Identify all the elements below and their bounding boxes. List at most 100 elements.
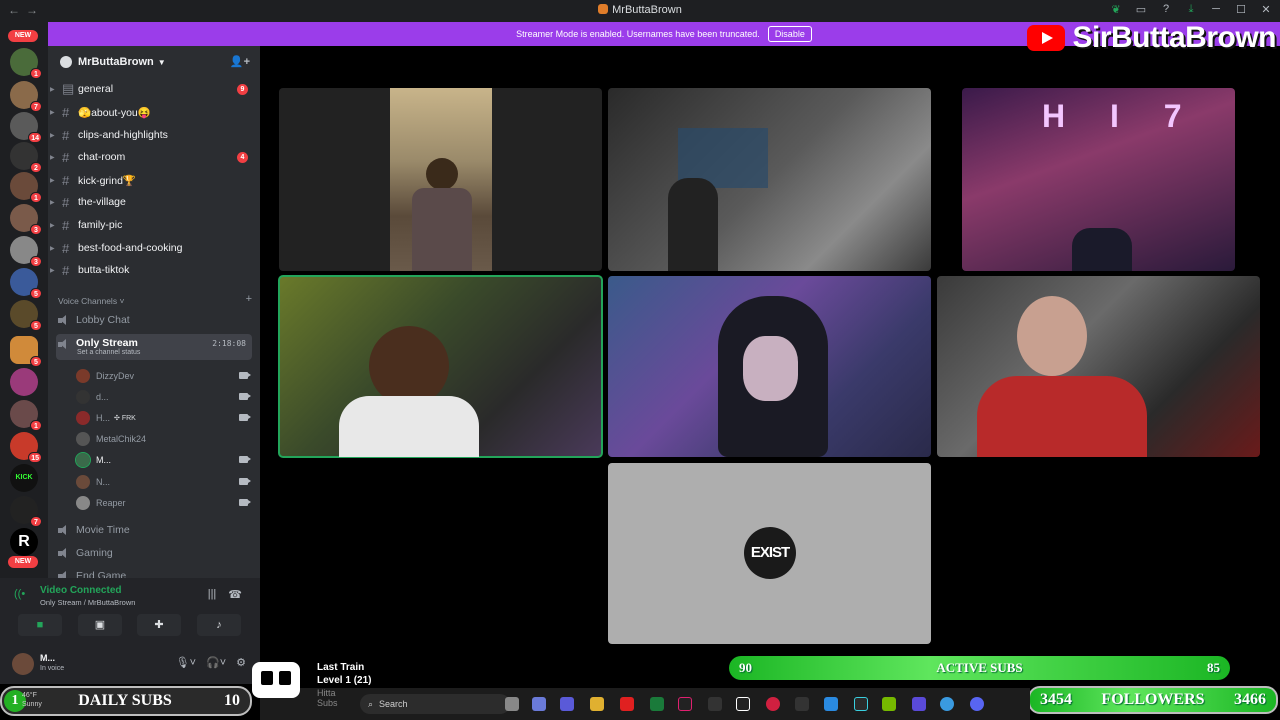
help-icon[interactable]: ? [1160, 3, 1172, 16]
server-icon[interactable] [10, 368, 38, 396]
app-icon[interactable] [736, 697, 750, 711]
app-icon[interactable] [708, 697, 722, 711]
video-tile-audio-only[interactable]: EXIST [608, 463, 931, 644]
voice-user[interactable]: DizzyDev [76, 366, 252, 386]
chevron-down-icon: ▼ [157, 57, 166, 67]
voice-channel-only-stream[interactable]: Only Stream 2:18:08 Set a channel status [56, 334, 252, 360]
taskview-icon[interactable] [505, 697, 519, 711]
app-icon[interactable] [912, 697, 926, 711]
screen-share-button[interactable]: ▣ [78, 614, 122, 636]
channel-clips[interactable]: ▶ # clips-and-highlights [50, 125, 252, 145]
tiktok-icon[interactable] [678, 697, 692, 711]
signal-icon[interactable]: ((• [14, 588, 25, 600]
folder-icon[interactable] [590, 697, 604, 711]
youtube-icon[interactable] [620, 697, 634, 711]
user-avatar[interactable] [12, 653, 34, 675]
nvidia-icon[interactable] [882, 697, 896, 711]
voice-channels-header[interactable]: Voice Channels ˅ + [58, 293, 252, 306]
voice-user[interactable]: d... [76, 387, 252, 407]
download-icon[interactable]: ⤓ [1185, 3, 1197, 16]
channel-chat-room[interactable]: ▶ # chat-room 4 [50, 147, 252, 167]
channel-about-you[interactable]: ▶ # 🫣about-you😝 [50, 102, 252, 122]
server-icon[interactable]: 1 [10, 172, 42, 203]
speaker-icon [58, 548, 68, 558]
excel-icon[interactable] [650, 697, 664, 711]
neon-sign: H I 7 [1042, 98, 1200, 134]
noise-suppression-icon[interactable]: ||| [208, 588, 217, 601]
server-icon[interactable]: 5 [10, 336, 42, 367]
invite-icon[interactable]: 👤+ [230, 55, 250, 68]
inbox-icon[interactable]: ▭ [1135, 3, 1147, 16]
server-icon[interactable]: 7 [10, 81, 42, 112]
r-server-icon[interactable]: R [10, 528, 38, 556]
kick-server-icon[interactable]: KICK [10, 464, 38, 492]
video-tile[interactable] [608, 88, 931, 271]
capcut-icon[interactable] [795, 697, 809, 711]
app-icon[interactable] [824, 697, 838, 711]
voice-user[interactable]: M... [75, 450, 252, 470]
disconnect-icon[interactable]: ☎ [228, 588, 242, 601]
server-icon[interactable]: 1 [10, 400, 42, 431]
opera-icon[interactable] [766, 697, 780, 711]
server-icon[interactable]: 15 [10, 432, 42, 463]
voice-channel-movie-time[interactable]: Movie Time [56, 520, 252, 540]
copilot-icon[interactable] [532, 697, 546, 711]
voice-channel-lobby[interactable]: Lobby Chat [56, 310, 252, 330]
edge-icon[interactable] [940, 697, 954, 711]
voice-user[interactable]: MetalChik24 [76, 429, 252, 449]
new-badge: NEW [8, 556, 38, 568]
voice-channel-gaming[interactable]: Gaming [56, 543, 252, 563]
voice-user[interactable]: Reaper [76, 493, 252, 513]
avatar [76, 369, 90, 383]
discord-icon[interactable] [970, 697, 984, 711]
server-icon[interactable]: 5 [10, 268, 42, 299]
video-tile[interactable]: H I 7 [962, 88, 1235, 271]
headphones-icon[interactable]: 🎧˅ [206, 656, 226, 669]
video-tile-speaking[interactable] [278, 275, 603, 458]
close-button[interactable]: ✕ [1260, 3, 1272, 16]
server-icon[interactable]: 3 [10, 204, 42, 235]
soundboard-button[interactable]: ♪ [197, 614, 241, 636]
server-header[interactable]: MrButtaBrown ▼ 👤+ [48, 46, 260, 78]
add-channel-icon[interactable]: + [246, 293, 252, 306]
leaf-icon[interactable]: ❦ [1110, 3, 1122, 16]
server-icon[interactable]: 7 [10, 496, 42, 527]
speaker-icon [58, 571, 68, 578]
channel-best-food[interactable]: ▶ # best-food-and-cooking [50, 238, 252, 258]
channel-family-pic[interactable]: ▶ # family-pic [50, 215, 252, 235]
minimize-button[interactable]: ─ [1210, 3, 1222, 16]
app-icon[interactable] [854, 697, 868, 711]
voice-channel-end-game[interactable]: End Game [56, 566, 252, 578]
channel-kick-grind[interactable]: ▶ # kick-grind🏆 [50, 170, 252, 190]
teams-icon[interactable] [560, 697, 574, 711]
activities-button[interactable]: ✚ [137, 614, 181, 636]
track-line3: Hitta [317, 688, 336, 698]
video-tile[interactable] [279, 88, 602, 271]
now-playing-widget: Last Train Level 1 (21) Hitta Subs [252, 660, 412, 710]
settings-icon[interactable]: ⚙ [236, 656, 246, 669]
disable-button[interactable]: Disable [767, 26, 812, 42]
server-icon[interactable]: 1 [10, 48, 42, 79]
server-icon[interactable]: 3 [10, 236, 42, 267]
speaker-icon [58, 525, 68, 535]
hash-icon: # [62, 127, 70, 143]
arrow-icon: ▶ [50, 267, 55, 274]
channel-the-village[interactable]: ▶ # the-village [50, 192, 252, 212]
person-shape [977, 376, 1147, 457]
voice-user[interactable]: N... [76, 472, 252, 492]
channel-status[interactable]: Set a channel status [77, 349, 140, 356]
video-tile[interactable] [937, 276, 1260, 457]
server-icon[interactable]: 2 [10, 142, 42, 173]
server-icon[interactable]: 5 [10, 300, 42, 331]
microphone-icon[interactable]: 🎙˅ [176, 656, 196, 669]
voice-location[interactable]: Only Stream / MrButtaBrown [40, 598, 135, 607]
voice-user[interactable]: H... ✣ FRK [76, 408, 252, 428]
maximize-button[interactable]: ☐ [1235, 3, 1247, 16]
camera-button[interactable]: ■ [18, 614, 62, 636]
user-status: In voice [40, 665, 65, 672]
channel-general[interactable]: ▶ ▤ general 9 [50, 79, 252, 99]
arrow-icon: ▶ [50, 132, 55, 139]
channel-butta-tiktok[interactable]: ▶ # butta-tiktok [50, 260, 252, 280]
video-tile[interactable] [608, 276, 931, 457]
server-icon[interactable]: 14 [10, 112, 42, 143]
